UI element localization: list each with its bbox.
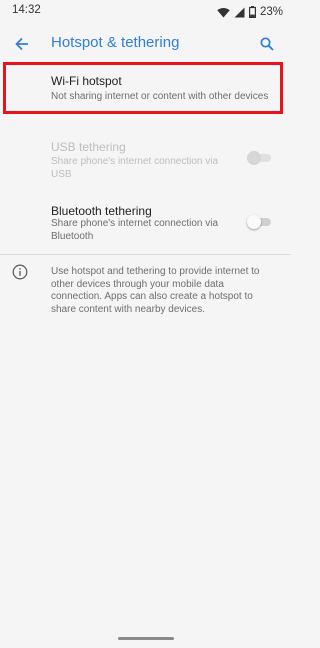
wifi-hotspot-title: Wi-Fi hotspot [51,74,122,88]
toggle-thumb [247,151,261,165]
bluetooth-tethering-toggle[interactable] [247,214,271,230]
bluetooth-tethering-title: Bluetooth tethering [51,204,152,218]
wifi-icon [217,7,230,17]
search-icon [260,37,274,51]
search-button[interactable] [249,26,285,62]
usb-tethering-toggle [247,150,271,166]
bluetooth-tethering-item[interactable]: Bluetooth tethering Share phone's intern… [0,196,291,248]
app-bar: Hotspot & tethering [0,24,291,64]
toggle-thumb [247,215,261,229]
battery-percent: 23% [259,6,283,18]
arrow-back-icon [15,37,28,51]
status-bar: 14:32 23% [0,0,291,24]
footer-text: Use hotspot and tethering to provide int… [51,266,260,315]
usb-tethering-title: USB tethering [51,140,126,154]
usb-tethering-summary: Share phone's internet connection via US… [51,156,219,180]
page-title: Hotspot & tethering [51,34,180,51]
battery-icon [248,6,256,18]
signal-icon [234,7,245,17]
bluetooth-tethering-summary: Share phone's internet connection via Bl… [51,218,219,242]
back-button[interactable] [4,26,40,62]
wifi-hotspot-summary: Not sharing internet or content with oth… [51,91,269,102]
status-icons: 23% [217,4,283,20]
info-icon [12,264,28,280]
wifi-hotspot-item[interactable]: Wi-Fi hotspot Not sharing internet or co… [0,64,291,118]
status-time: 14:32 [12,4,41,16]
divider [0,254,291,255]
usb-tethering-item: USB tethering Share phone's internet con… [0,132,291,184]
gesture-nav-handle[interactable] [118,637,174,640]
